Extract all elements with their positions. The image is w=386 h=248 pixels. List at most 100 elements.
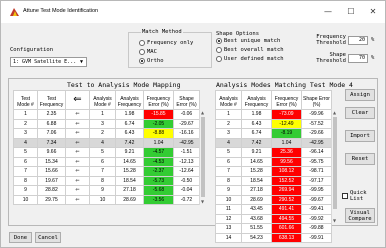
test-mode-cell: 9 xyxy=(13,185,38,196)
table-row[interactable]: 8 18.54 152.52 -97.17 xyxy=(215,175,332,186)
table-row[interactable]: 6 14.65 99.56 -95.75 xyxy=(215,156,332,167)
clear-button[interactable]: Clear xyxy=(345,107,375,119)
radio-dot xyxy=(139,40,145,46)
shape-error-cell: -29.67 xyxy=(173,118,200,129)
col-header-shape-error[interactable]: Shape Error (%) xyxy=(301,90,332,110)
test-frequency-cell: 28.82 xyxy=(37,185,66,196)
analysis-mode-cell: 7 xyxy=(89,166,116,177)
visual-compare-button[interactable]: Visual Compare xyxy=(345,208,375,223)
scroll-down-icon[interactable]: ▼ xyxy=(332,217,337,224)
scroll-up-icon[interactable]: ▲ xyxy=(200,109,205,116)
table-header-row: Analysis Mode # Analysis Frequency Frequ… xyxy=(215,90,332,110)
col-header-test-mode[interactable]: Test Mode # xyxy=(13,90,38,110)
col-header-shape-error[interactable]: Shape Error (%) xyxy=(173,90,200,110)
shape-error-cell: -99.91 xyxy=(301,232,332,243)
table-row[interactable]: 9 28.82 ⇐ 9 27.18 -5.68 -0.04 xyxy=(13,185,200,196)
radio-ortho[interactable]: Ortho xyxy=(139,58,164,64)
radio-mac[interactable]: MAC xyxy=(139,49,157,55)
assign-button[interactable]: Assign xyxy=(345,89,375,101)
reset-button[interactable]: Reset xyxy=(345,153,375,165)
analysis-mode-cell: 11 xyxy=(215,204,242,215)
table-row[interactable]: 14 54.23 638.13 -99.91 xyxy=(215,232,332,243)
table-row[interactable]: 3 6.74 -8.19 -29.66 xyxy=(215,128,332,139)
analysis-mode-cell: 12 xyxy=(215,213,242,224)
cancel-button[interactable]: Cancel xyxy=(35,232,61,243)
table-row[interactable]: 10 29.75 ⇐ 10 28.69 -3.56 -0.72 xyxy=(13,194,200,205)
quick-list-checkbox[interactable]: Quick List xyxy=(342,190,374,202)
close-icon[interactable]: ✕ xyxy=(368,7,378,17)
col-header-analysis-frequency[interactable]: Analysis Frequency xyxy=(241,90,272,110)
frequency-threshold-label: Frequency Threshold xyxy=(316,34,346,46)
scroll-thumb[interactable] xyxy=(333,117,337,209)
import-button[interactable]: Import xyxy=(345,130,375,142)
left-table-scrollbar[interactable]: ▲ ▼ xyxy=(199,109,205,205)
done-button[interactable]: Done xyxy=(9,232,32,243)
table-row[interactable]: 8 19.67 ⇐ 8 18.54 -5.73 -0.50 xyxy=(13,175,200,186)
shape-threshold-input[interactable]: 70 xyxy=(348,54,368,63)
frequency-error-cell: 601.66 xyxy=(271,223,302,234)
left-table-title: Test to Analysis Mode Mapping xyxy=(67,81,181,89)
table-row[interactable]: 10 28.69 290.52 -99.67 xyxy=(215,194,332,205)
shape-threshold-label: Shape Threshold xyxy=(316,52,346,64)
radio-best-overall-match[interactable]: Best overall match xyxy=(216,47,284,53)
col-header-analysis-mode[interactable]: Analysis Mode # xyxy=(89,90,116,110)
table-row[interactable]: 7 15.28 108.12 -98.71 xyxy=(215,166,332,177)
right-table-scrollbar[interactable]: ▲ ▼ xyxy=(331,109,337,224)
table-row[interactable]: 11 43.45 491.41 -99.41 xyxy=(215,204,332,215)
frequency-threshold-input[interactable]: 20 xyxy=(348,36,368,45)
table-row[interactable]: 7 15.66 ⇐ 7 15.28 -2.37 -12.64 xyxy=(13,166,200,177)
table-row[interactable]: 2 6.88 ⇐ 3 6.74 -2.05 -29.67 xyxy=(13,118,200,129)
frequency-error-cell: 491.41 xyxy=(271,204,302,215)
shape-error-cell: -12.64 xyxy=(173,166,200,177)
analysis-frequency-cell: 54.23 xyxy=(241,232,272,243)
analysis-mode-cell: 1 xyxy=(89,109,116,120)
shape-error-cell: -1.51 xyxy=(173,147,200,158)
app-icon xyxy=(10,8,19,16)
table-row[interactable]: 4 7.34 ⇐ 4 7.42 1.04 -42.95 xyxy=(13,137,200,148)
table-row[interactable]: 3 7.06 ⇐ 2 6.43 -8.88 -16.16 xyxy=(13,128,200,139)
col-header-frequency-error[interactable]: Frequency Error (%) xyxy=(143,90,174,110)
table-row[interactable]: 6 15.34 ⇐ 6 14.65 -4.53 -12.13 xyxy=(13,156,200,167)
scroll-up-icon[interactable]: ▲ xyxy=(332,109,337,116)
col-header-frequency-error[interactable]: Frequency Error (%) xyxy=(271,90,302,110)
frequency-error-cell: -8.88 xyxy=(143,128,174,139)
maximize-icon[interactable]: ☐ xyxy=(346,7,356,17)
analysis-mode-cell: 6 xyxy=(215,156,242,167)
col-header-analysis-frequency[interactable]: Analysis Frequency xyxy=(115,90,144,110)
radio-user-defined-match[interactable]: User defined match xyxy=(216,56,284,62)
table-row[interactable]: 2 6.43 -12.49 -57.52 xyxy=(215,118,332,129)
scroll-thumb[interactable] xyxy=(201,117,205,197)
col-header-analysis-mode[interactable]: Analysis Mode # xyxy=(215,90,242,110)
table-row[interactable]: 13 51.55 601.66 -99.88 xyxy=(215,223,332,234)
shape-error-cell: -0.72 xyxy=(173,194,200,205)
col-header-test-frequency[interactable]: Test Frequency xyxy=(37,90,66,110)
scroll-down-icon[interactable]: ▼ xyxy=(200,198,205,205)
frequency-error-cell: 638.13 xyxy=(271,232,302,243)
frequency-error-cell: -4.53 xyxy=(143,156,174,167)
radio-frequency-only[interactable]: Frequency only xyxy=(139,40,193,46)
shape-error-cell: -99.92 xyxy=(301,213,332,224)
minimize-icon[interactable]: — xyxy=(323,7,333,17)
map-arrow-cell: ⇐ xyxy=(65,194,90,205)
table-row[interactable]: 1 2.35 ⇐ 1 1.98 -15.85 -0.06 xyxy=(13,109,200,120)
analysis-frequency-cell: 9.21 xyxy=(115,147,144,158)
analysis-mode-cell: 10 xyxy=(89,194,116,205)
table-row[interactable]: 9 27.18 269.94 -99.95 xyxy=(215,185,332,196)
quick-list-label: Quick List xyxy=(350,190,367,202)
analysis-mode-cell: 6 xyxy=(89,156,116,167)
table-row[interactable]: 5 9.21 25.36 -96.14 xyxy=(215,147,332,158)
analysis-frequency-cell: 6.74 xyxy=(241,128,272,139)
shape-error-cell: -57.52 xyxy=(301,118,332,129)
analysis-frequency-cell: 6.74 xyxy=(115,118,144,129)
configuration-value: 1: GVM Satellite E... xyxy=(13,59,77,65)
table-row[interactable]: 1 1.98 -73.09 -99.96 xyxy=(215,109,332,120)
frequency-error-cell: 152.52 xyxy=(271,175,302,186)
table-row[interactable]: 4 7.42 1.04 -42.95 xyxy=(215,137,332,148)
analysis-frequency-cell: 1.98 xyxy=(115,109,144,120)
match-method-group: Match Method Frequency only MAC Ortho xyxy=(128,29,212,68)
table-row[interactable]: 12 43.68 494.55 -99.92 xyxy=(215,213,332,224)
table-row[interactable]: 5 9.66 ⇐ 5 9.21 -4.57 -1.51 xyxy=(13,147,200,158)
configuration-select[interactable]: 1: GVM Satellite E... ▼ xyxy=(10,57,87,67)
radio-best-unique-match[interactable]: Best unique match xyxy=(216,38,280,44)
analysis-mode-cell: 7 xyxy=(215,166,242,177)
